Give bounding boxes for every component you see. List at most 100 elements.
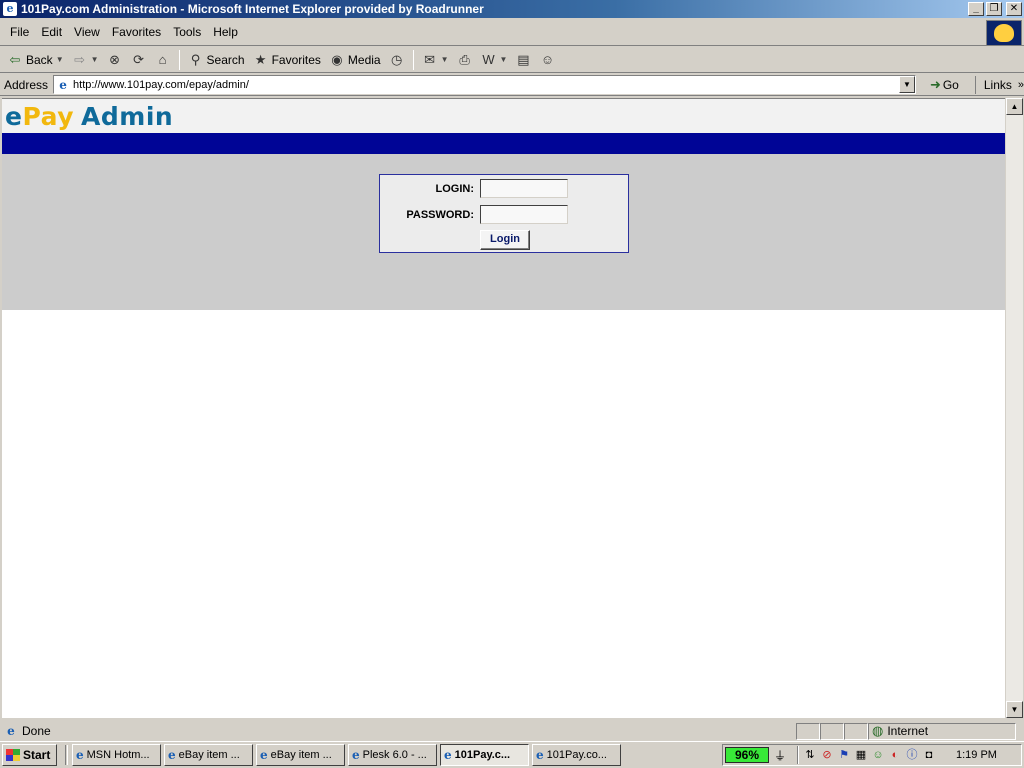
- menu-tools[interactable]: Tools: [167, 25, 207, 39]
- menu-view[interactable]: View: [68, 25, 106, 39]
- logo-e: e: [5, 101, 23, 131]
- password-row: PASSWORD:: [380, 205, 568, 224]
- nav-band: [2, 133, 1005, 154]
- site-header: ePay Admin: [2, 99, 1005, 133]
- stop-button[interactable]: ⊗: [104, 49, 126, 71]
- scroll-down-icon[interactable]: ▼: [1006, 701, 1023, 718]
- back-arrow-icon: ⇦: [9, 51, 21, 67]
- chevron-down-icon[interactable]: ▼: [500, 55, 508, 64]
- messenger-button[interactable]: ☺: [536, 49, 558, 71]
- task-label: Plesk 6.0 - ...: [362, 749, 427, 761]
- vertical-scrollbar[interactable]: ▲ ▼: [1006, 98, 1023, 718]
- status-pane: [796, 722, 820, 740]
- windows-flag-icon: [6, 749, 20, 761]
- logo-admin: Admin: [81, 101, 174, 131]
- maximize-button[interactable]: ❐: [986, 2, 1002, 16]
- flag-icon[interactable]: ⚑: [836, 747, 852, 763]
- document-icon: ▤: [517, 51, 530, 67]
- go-arrow-icon: ➜: [929, 76, 941, 92]
- toolbar-separator: [412, 49, 414, 70]
- window-controls: _ ❐ ✕: [968, 2, 1022, 16]
- media-button[interactable]: ◉ Media: [326, 49, 384, 71]
- chevron-down-icon[interactable]: ▼: [441, 55, 449, 64]
- forward-button[interactable]: ⇨ ▼: [69, 49, 102, 71]
- print-button[interactable]: ⎙: [454, 49, 476, 71]
- tray-separator: [797, 746, 799, 764]
- security-icon[interactable]: ◐: [887, 747, 903, 763]
- links-button[interactable]: Links: [974, 75, 1012, 94]
- task-ebay-2[interactable]: e eBay item ...: [256, 744, 345, 766]
- globe-icon: ◍: [872, 723, 884, 738]
- stop-icon: ⊗: [109, 51, 120, 67]
- logo-pay: Pay: [22, 101, 75, 131]
- task-label: 101Pay.co...: [546, 749, 607, 761]
- task-plesk[interactable]: e Plesk 6.0 - ...: [348, 744, 437, 766]
- messenger-icon: ☺: [540, 51, 555, 67]
- task-ebay-1[interactable]: e eBay item ...: [164, 744, 253, 766]
- history-icon: ◷: [390, 51, 403, 67]
- login-row: LOGIN:: [380, 179, 568, 198]
- power-plug-icon[interactable]: ⏚: [774, 747, 794, 764]
- chevron-down-icon[interactable]: ▼: [898, 76, 915, 93]
- connection-icon[interactable]: ▦: [853, 747, 869, 763]
- ie-icon: e: [444, 748, 452, 762]
- scroll-up-icon[interactable]: ▲: [1006, 98, 1023, 115]
- chevron-down-icon[interactable]: ▼: [56, 55, 64, 64]
- login-button[interactable]: Login: [480, 230, 530, 250]
- search-button[interactable]: ⚲ Search: [185, 49, 248, 71]
- clock[interactable]: 1:19 PM: [956, 749, 997, 761]
- menu-file[interactable]: File: [4, 25, 35, 39]
- address-input[interactable]: e http://www.101pay.com/epay/admin/ ▼: [53, 75, 916, 94]
- task-101pay-active[interactable]: e 101Pay.c...: [440, 744, 529, 766]
- task-msn-hotmail[interactable]: e MSN Hotm...: [72, 744, 161, 766]
- title-bar: e 101Pay.com Administration - Microsoft …: [0, 0, 1024, 18]
- refresh-button[interactable]: ⟳: [128, 49, 150, 71]
- discuss-button[interactable]: ▤: [512, 49, 534, 71]
- ie-icon: e: [352, 748, 360, 762]
- go-button[interactable]: ➜ Go: [930, 77, 959, 93]
- chevron-right-icon[interactable]: »: [1018, 79, 1024, 91]
- edit-button[interactable]: W ▼: [478, 49, 511, 71]
- menu-edit[interactable]: Edit: [35, 25, 68, 39]
- print-icon: ⎙: [459, 51, 470, 67]
- favorites-button[interactable]: ★ Favorites: [250, 49, 324, 71]
- messenger-icon[interactable]: ☺: [870, 747, 886, 763]
- mail-button[interactable]: ✉ ▼: [419, 49, 452, 71]
- task-label: MSN Hotm...: [86, 749, 150, 761]
- home-button[interactable]: ⌂: [152, 49, 174, 71]
- info-icon[interactable]: ⓘ: [904, 747, 920, 763]
- ie-icon: e: [3, 2, 17, 16]
- battery-meter[interactable]: 96%: [725, 747, 769, 763]
- back-button[interactable]: ⇦ Back ▼: [4, 49, 67, 71]
- search-icon: ⚲: [190, 51, 201, 67]
- menu-help[interactable]: Help: [207, 25, 244, 39]
- toolbar-separator: [178, 49, 180, 70]
- task-101pay[interactable]: e 101Pay.co...: [532, 744, 621, 766]
- word-icon: W: [482, 51, 495, 67]
- status-text: Done: [22, 724, 51, 738]
- start-button[interactable]: Start: [2, 744, 57, 766]
- ie-icon: e: [76, 748, 84, 762]
- address-label: Address: [4, 77, 49, 92]
- page-viewport: ePay Admin LOGIN: PASSWORD: Login: [2, 98, 1005, 718]
- media-icon: ◉: [331, 51, 343, 67]
- password-input[interactable]: [480, 205, 568, 224]
- login-label: LOGIN:: [435, 182, 475, 195]
- page-done-icon: e: [7, 724, 15, 738]
- security-zone: ◍ Internet: [868, 722, 1016, 740]
- close-button[interactable]: ✕: [1006, 2, 1022, 16]
- menu-favorites[interactable]: Favorites: [106, 25, 167, 39]
- chevron-down-icon[interactable]: ▼: [91, 55, 99, 64]
- camera-icon[interactable]: ◘: [921, 747, 937, 763]
- epay-admin-logo: ePay Admin: [5, 102, 173, 131]
- antivirus-icon[interactable]: ⊘: [819, 747, 835, 763]
- status-bar: e Done ◍ Internet: [0, 721, 1024, 741]
- media-label: Media: [347, 52, 381, 67]
- search-label: Search: [206, 52, 245, 67]
- login-input[interactable]: [480, 179, 568, 198]
- menu-bar: File Edit View Favorites Tools Help: [0, 19, 1024, 46]
- network-icon[interactable]: ⇅: [802, 747, 818, 763]
- zone-label: Internet: [887, 724, 929, 738]
- history-button[interactable]: ◷: [386, 49, 408, 71]
- minimize-button[interactable]: _: [968, 2, 984, 16]
